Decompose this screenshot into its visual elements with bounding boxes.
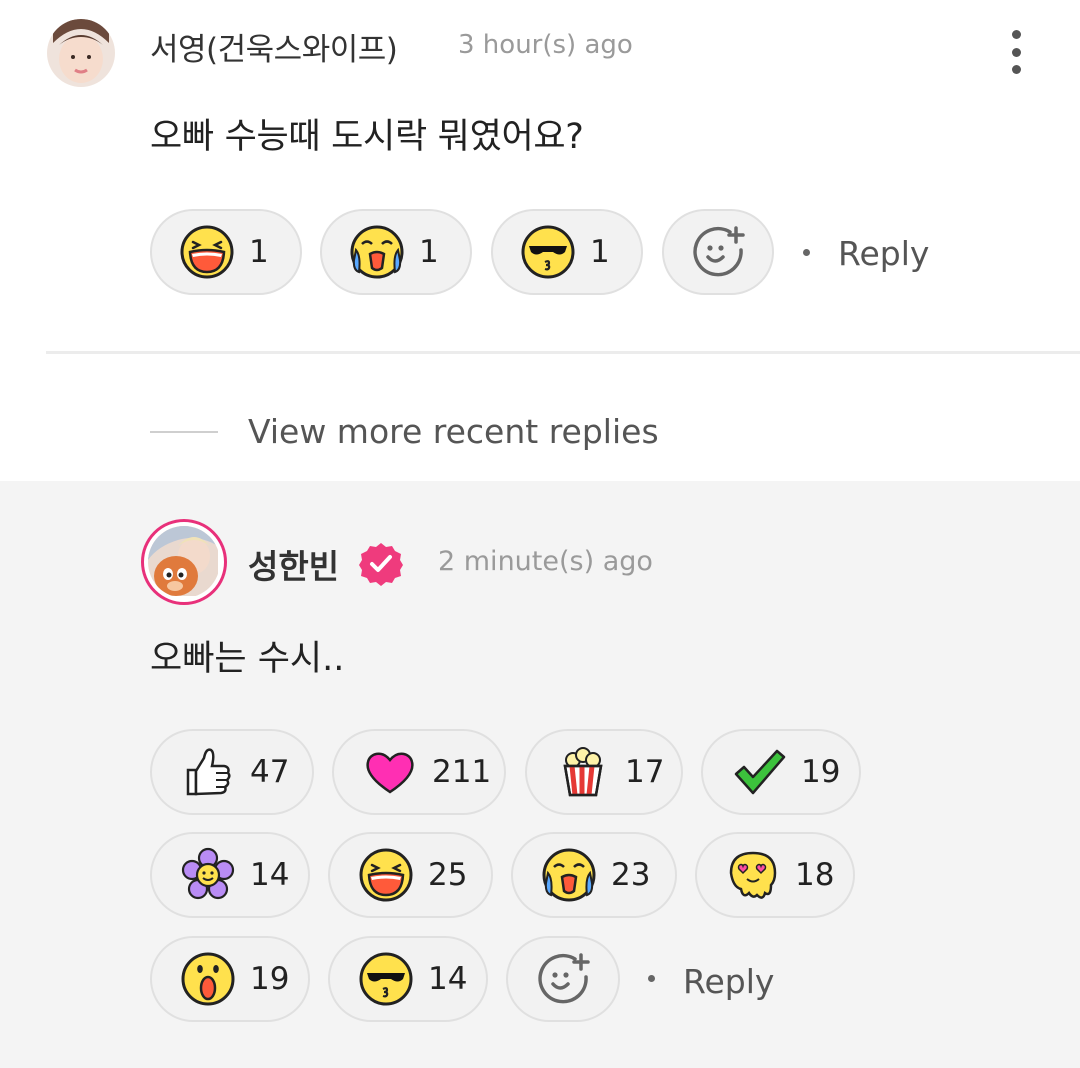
- add-reaction-icon: [535, 951, 591, 1007]
- more-dot-icon: [1011, 30, 1021, 39]
- reaction-laughing[interactable]: 1: [150, 209, 302, 295]
- reply-author-avatar[interactable]: [141, 519, 227, 605]
- crying-emoji-icon: [541, 847, 597, 903]
- comment-timestamp: 3 hour(s) ago: [458, 30, 633, 60]
- thumbs-up-icon: [180, 744, 236, 800]
- sunglasses-kiss-emoji-icon: [520, 224, 576, 280]
- reaction-count: 17: [625, 754, 665, 790]
- laughing-emoji-icon: [358, 847, 414, 903]
- reaction-count: 19: [801, 754, 841, 790]
- reaction-count: 25: [428, 857, 468, 893]
- checkmark-icon: [731, 744, 787, 800]
- reaction-flower[interactable]: 14: [150, 832, 310, 918]
- verified-badge-icon: [359, 543, 403, 586]
- flower-icon: [180, 847, 236, 903]
- reaction-crying[interactable]: 1: [320, 209, 472, 295]
- laughing-emoji-icon: [179, 224, 235, 280]
- add-reaction-icon: [690, 224, 746, 280]
- popcorn-icon: [555, 744, 611, 800]
- reaction-popcorn[interactable]: 17: [525, 729, 683, 815]
- crying-emoji-icon: [349, 224, 405, 280]
- reaction-count: 18: [795, 857, 835, 893]
- reaction-sunglasses-kiss[interactable]: 1: [491, 209, 643, 295]
- melting-heart-eyes-emoji-icon: [725, 847, 781, 903]
- more-dot-icon: [1011, 65, 1021, 74]
- reaction-thumbs-up[interactable]: 47: [150, 729, 314, 815]
- reaction-count: 23: [611, 857, 651, 893]
- reply-button[interactable]: Reply: [838, 234, 929, 273]
- reaction-count: 19: [250, 961, 290, 997]
- more-dot-icon: [1011, 47, 1021, 57]
- add-reaction-button[interactable]: [662, 209, 774, 295]
- reaction-count: 1: [249, 234, 269, 270]
- reaction-count: 14: [428, 961, 468, 997]
- comment-text: 오빠 수능때 도시락 뭐였어요?: [150, 117, 584, 157]
- heart-icon: [362, 744, 418, 800]
- reaction-checkmark[interactable]: 19: [701, 729, 861, 815]
- reaction-melting-heart-eyes[interactable]: 18: [695, 832, 855, 918]
- reaction-count: 14: [250, 857, 290, 893]
- reaction-sunglasses-kiss[interactable]: 14: [328, 936, 488, 1022]
- section-divider: [46, 351, 1080, 354]
- more-options-button[interactable]: [996, 26, 1036, 78]
- reaction-count: 1: [419, 234, 439, 270]
- separator-dot: [803, 249, 810, 256]
- reaction-count: 211: [432, 754, 492, 790]
- comment-author-name[interactable]: 서영(건욱스와이프): [150, 24, 398, 69]
- reaction-crying[interactable]: 23: [511, 832, 677, 918]
- reply-button[interactable]: Reply: [683, 962, 774, 1001]
- commenter-avatar[interactable]: [47, 19, 115, 87]
- view-more-replies-link[interactable]: View more recent replies: [248, 412, 659, 451]
- reaction-laughing[interactable]: 25: [328, 832, 493, 918]
- separator-dot: [648, 975, 655, 982]
- view-more-line: [150, 431, 218, 433]
- reply-author-name[interactable]: 성한빈: [248, 540, 339, 588]
- reaction-count: 1: [590, 234, 610, 270]
- add-reaction-button[interactable]: [506, 936, 620, 1022]
- reaction-count: 47: [250, 754, 290, 790]
- reaction-surprised[interactable]: 19: [150, 936, 310, 1022]
- reply-text: 오빠는 수시..: [150, 639, 345, 679]
- reply-timestamp: 2 minute(s) ago: [438, 546, 653, 577]
- reaction-heart[interactable]: 211: [332, 729, 506, 815]
- surprised-emoji-icon: [180, 951, 236, 1007]
- sunglasses-kiss-emoji-icon: [358, 951, 414, 1007]
